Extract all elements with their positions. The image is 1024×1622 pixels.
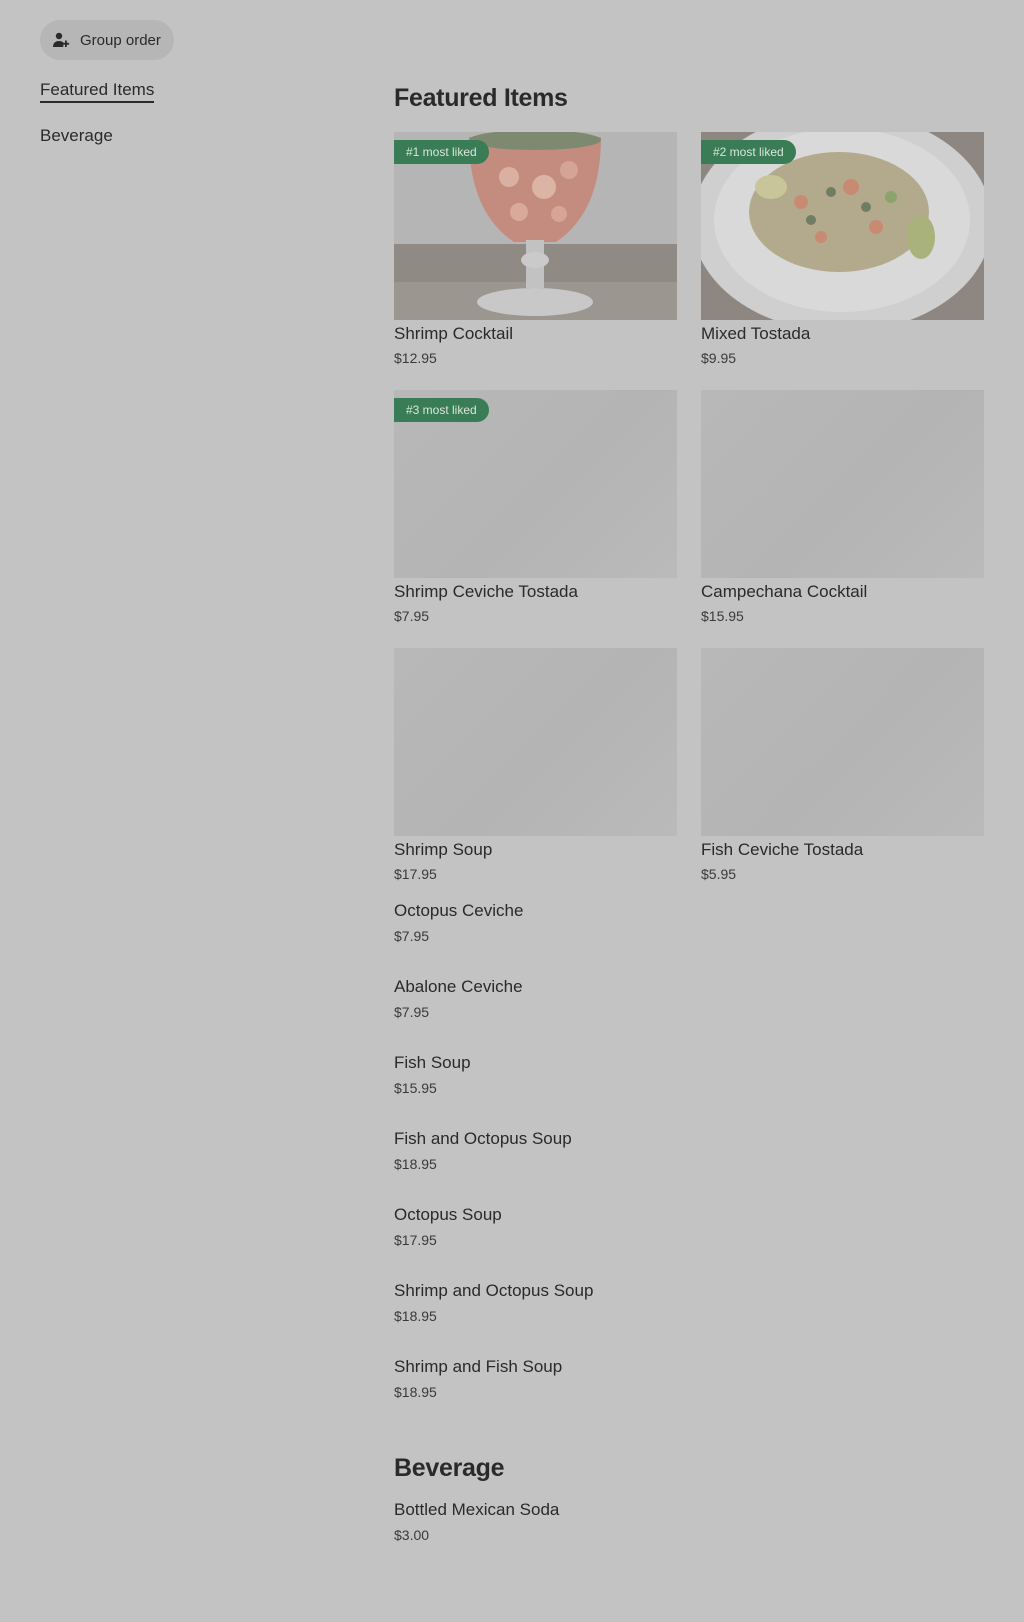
item-name: Fish Ceviche Tostada: [701, 840, 864, 859]
menu-card-fish-ceviche-tostada[interactable]: Fish Ceviche Tostada $5.95: [701, 648, 984, 884]
item-price: $7.95: [394, 1004, 430, 1020]
item-price: $7.95: [394, 608, 430, 624]
item-price: $9.95: [701, 350, 737, 366]
featured-items-heading: Featured Items: [394, 84, 568, 112]
item-name: Shrimp and Fish Soup: [394, 1357, 563, 1376]
item-name: Fish and Octopus Soup: [394, 1129, 572, 1148]
item-name: Octopus Soup: [394, 1205, 502, 1224]
most-liked-badge: #3 most liked: [394, 398, 489, 422]
list-item[interactable]: Shrimp and Fish Soup $18.95: [394, 1357, 984, 1433]
item-name: Bottled Mexican Soda: [394, 1500, 560, 1519]
item-price: $18.95: [394, 1384, 437, 1400]
shrimp-cocktail-photo: #1 most liked: [394, 132, 677, 320]
item-name: Octopus Ceviche: [394, 901, 524, 920]
list-item[interactable]: Octopus Soup $17.95: [394, 1205, 984, 1281]
item-name: Shrimp Ceviche Tostada: [394, 582, 578, 601]
image-placeholder: [701, 390, 984, 578]
featured-list: Octopus Ceviche $7.95 Abalone Ceviche $7…: [394, 901, 984, 1433]
item-price: $3.00: [394, 1527, 430, 1543]
featured-grid: #1 most liked Shrimp Cocktail $12.95 #2 …: [394, 132, 984, 884]
person-add-icon: [52, 31, 70, 49]
category-nav: Featured Items Beverage: [40, 80, 155, 172]
item-price: $7.95: [394, 928, 430, 944]
menu-card-campechana-cocktail[interactable]: Campechana Cocktail $15.95: [701, 390, 984, 626]
item-name: Abalone Ceviche: [394, 977, 523, 996]
item-name: Shrimp and Octopus Soup: [394, 1281, 594, 1300]
item-price: $15.95: [701, 608, 744, 624]
item-price: $18.95: [394, 1308, 437, 1324]
store-menu-page: Group order Featured Items Beverage Feat…: [0, 0, 1024, 1622]
item-name: Mixed Tostada: [701, 324, 811, 343]
menu-card-shrimp-ceviche-tostada[interactable]: #3 most liked Shrimp Ceviche Tostada $7.…: [394, 390, 677, 626]
item-price: $18.95: [394, 1156, 437, 1172]
item-price: $12.95: [394, 350, 437, 366]
item-price: $17.95: [394, 1232, 437, 1248]
image-placeholder: [394, 648, 677, 836]
most-liked-badge: #2 most liked: [701, 140, 796, 164]
menu-card-shrimp-soup[interactable]: Shrimp Soup $17.95: [394, 648, 677, 884]
mixed-tostada-photo: #2 most liked: [701, 132, 984, 320]
item-name: Shrimp Soup: [394, 840, 493, 859]
image-placeholder: [701, 648, 984, 836]
beverage-list: Bottled Mexican Soda $3.00: [394, 1500, 984, 1576]
group-order-label: Group order: [80, 31, 161, 49]
item-name: Shrimp Cocktail: [394, 324, 514, 343]
beverage-heading: Beverage: [394, 1454, 505, 1482]
item-price: $15.95: [394, 1080, 437, 1096]
list-item[interactable]: Bottled Mexican Soda $3.00: [394, 1500, 984, 1576]
item-name: Fish Soup: [394, 1053, 471, 1072]
group-order-button[interactable]: Group order: [40, 20, 174, 60]
most-liked-badge: #1 most liked: [394, 140, 489, 164]
list-item[interactable]: Fish Soup $15.95: [394, 1053, 984, 1129]
list-item[interactable]: Shrimp and Octopus Soup $18.95: [394, 1281, 984, 1357]
item-price: $17.95: [394, 866, 437, 882]
image-placeholder: #3 most liked: [394, 390, 677, 578]
item-name: Campechana Cocktail: [701, 582, 868, 601]
menu-card-shrimp-cocktail[interactable]: #1 most liked Shrimp Cocktail $12.95: [394, 132, 677, 368]
nav-item-featured-items[interactable]: Featured Items: [40, 80, 155, 103]
list-item[interactable]: Abalone Ceviche $7.95: [394, 977, 984, 1053]
menu-card-mixed-tostada[interactable]: #2 most liked Mixed Tostada $9.95: [701, 132, 984, 368]
list-item[interactable]: Fish and Octopus Soup $18.95: [394, 1129, 984, 1205]
list-item[interactable]: Octopus Ceviche $7.95: [394, 901, 984, 977]
nav-item-beverage[interactable]: Beverage: [40, 126, 113, 147]
item-price: $5.95: [701, 866, 737, 882]
